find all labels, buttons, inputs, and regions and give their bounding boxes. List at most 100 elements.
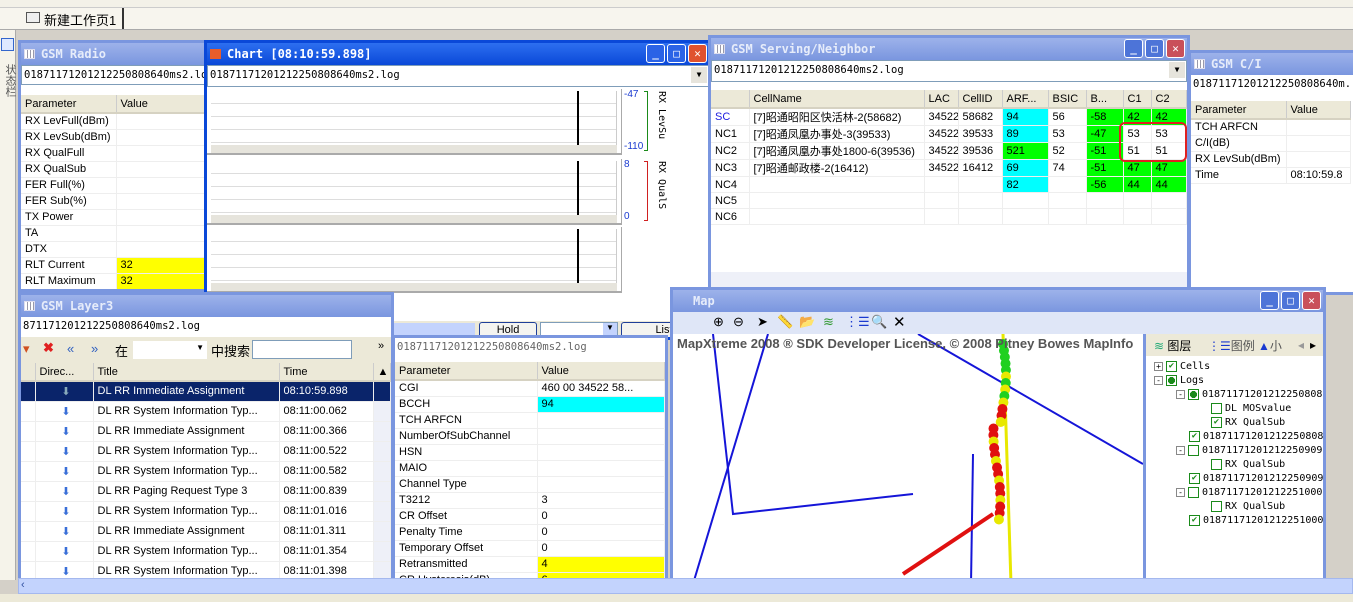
column-header[interactable]: C1 (1123, 90, 1152, 109)
column-header[interactable]: C2 (1151, 90, 1187, 109)
table-row[interactable]: RX LevSub(dBm) (1191, 151, 1351, 168)
title-bar[interactable]: Chart [08:10:59.898] _ □ ✕ (207, 43, 709, 65)
table-row[interactable]: CR Offset 0 (395, 508, 665, 525)
title-bar[interactable]: GSM Layer3 (21, 295, 391, 317)
table-row[interactable]: ⬇ DL RR System Information Typ... 08:11:01… (21, 501, 391, 522)
legend-icon[interactable]: ⋮☰ (845, 314, 870, 330)
column-header[interactable]: Title (93, 363, 280, 382)
table-row[interactable]: NumberOfSubChannel (395, 428, 665, 445)
scrollbar-track[interactable] (373, 461, 391, 482)
column-header[interactable]: LAC (924, 90, 959, 109)
scroll-up-icon[interactable]: ▲ (373, 363, 391, 382)
ruler-icon[interactable]: 📏 (777, 314, 793, 330)
close-button[interactable]: ✕ (688, 44, 707, 63)
tab-workspace-1[interactable]: 新建工作页1 (22, 8, 125, 29)
table-row[interactable]: RLT Current 32 (21, 257, 207, 274)
table-row[interactable]: SC [7]昭通昭阳区快活林-2(58682) 34522 58682 94 56 -58 4… (711, 108, 1187, 126)
column-header[interactable]: Parameter (21, 95, 117, 114)
column-header[interactable]: Time (279, 363, 374, 382)
overflow-chevron-icon[interactable]: » (378, 340, 384, 352)
scrollbar-track[interactable] (373, 481, 391, 502)
table-row[interactable]: MAIO (395, 460, 665, 477)
table-row[interactable]: TX Power (21, 209, 207, 226)
table-row[interactable]: NC2 [7]昭通凤凰办事处1800-6(39536) 34522 39536 521 5… (711, 142, 1187, 160)
column-header[interactable]: Parameter (1191, 101, 1287, 120)
tree-node[interactable]: RX QualSub (1154, 500, 1323, 514)
minimize-button[interactable]: _ (646, 44, 665, 63)
layer3-log-select[interactable]: 871171201212250808640ms2.log (21, 317, 391, 337)
layer-checkbox[interactable]: ✔ (1189, 472, 1200, 484)
table-row[interactable]: RX QualSub (21, 161, 207, 178)
layer-checkbox[interactable]: ✔ (1189, 430, 1200, 442)
tree-node[interactable]: - Logs (1154, 374, 1323, 388)
collapse-icon[interactable]: - (1176, 445, 1185, 455)
collapse-icon[interactable]: - (1176, 487, 1185, 497)
filter-icon[interactable]: ▾ (23, 341, 30, 357)
table-row[interactable]: ⬇ DL RR System Information Typ... 08:11:01… (21, 541, 391, 562)
scrollbar-track[interactable] (373, 541, 391, 562)
zoom-in-icon[interactable]: ⊕ (713, 314, 724, 330)
layer-checkbox[interactable] (1166, 374, 1177, 386)
chevron-down-icon[interactable]: ▼ (691, 67, 707, 83)
maximize-button[interactable]: □ (1281, 291, 1300, 310)
table-row[interactable]: ⬇ DL RR Paging Request Type 3 08:11:00.839 (21, 481, 391, 502)
tree-node[interactable]: ✔ RX QualSub (1154, 416, 1323, 430)
scrollbar-track[interactable] (373, 521, 391, 542)
collapse-icon[interactable]: - (1176, 389, 1185, 399)
expand-icon[interactable]: + (1154, 361, 1163, 371)
maximize-button[interactable]: □ (1145, 39, 1164, 58)
table-row[interactable]: ⬇ DL RR System Information Typ... 08:11:00… (21, 461, 391, 482)
minimize-button[interactable]: _ (1124, 39, 1143, 58)
layer-checkbox[interactable] (1211, 402, 1222, 414)
scrollbar-track[interactable] (373, 501, 391, 522)
close-button[interactable]: ✕ (1166, 39, 1185, 58)
table-row[interactable]: CGI 460 00 34522 58... (395, 380, 665, 397)
table-row[interactable]: NC6 (711, 208, 1187, 225)
previous-icon[interactable]: « (67, 341, 74, 356)
table-row[interactable]: RLT Maximum 32 (21, 273, 207, 289)
table-row[interactable]: TCH ARFCN (395, 412, 665, 429)
chart-log-select[interactable]: 01871171201212250808640ms2.log ▼ (207, 65, 709, 87)
log-file-select[interactable]: 01871171201212250808640ms2.log (21, 65, 207, 85)
table-row[interactable]: Channel Type (395, 476, 665, 493)
tab-legend[interactable]: ⋮☰图例 (1208, 337, 1255, 354)
table-row[interactable]: ⬇ DL RR Immediate Assignment 08:11:01.311 (21, 521, 391, 542)
title-bar[interactable]: Map _ □ ✕ (673, 290, 1323, 312)
table-row[interactable]: Temporary Offset 0 (395, 540, 665, 557)
scrollbar-track[interactable] (373, 421, 391, 442)
scrollbar-track[interactable] (373, 401, 391, 422)
table-row[interactable]: ⬇ DL RR Immediate Assignment 08:10:59.898 (21, 381, 391, 402)
layer-checkbox[interactable] (1188, 444, 1199, 456)
clear-icon[interactable]: ✕ (893, 313, 906, 331)
search-scope-select[interactable]: ▼ (133, 341, 207, 359)
left-toolbar-label[interactable]: 状态栏 (2, 64, 18, 97)
detail-log-select[interactable]: 01871171201212250808640ms2.log (395, 338, 665, 358)
table-row[interactable]: RX QualFull (21, 145, 207, 162)
tree-node[interactable]: - 01871171201212250909 (1154, 444, 1323, 458)
scrollbar-track[interactable] (373, 381, 391, 402)
title-bar[interactable]: GSM Radio (21, 43, 207, 65)
table-row[interactable]: BCCH 94 (395, 396, 665, 413)
zoom-out-icon[interactable]: ⊖ (733, 314, 744, 330)
chart-pane[interactable] (207, 227, 709, 293)
map-canvas[interactable] (673, 334, 1143, 582)
column-header[interactable]: Value (1286, 101, 1351, 120)
tab-small[interactable]: ▲小 (1258, 337, 1282, 354)
search-icon[interactable]: 🔍 (871, 314, 887, 330)
title-bar[interactable]: GSM C/I (1191, 53, 1353, 75)
table-row[interactable]: ⬇ DL RR System Information Typ... 08:11:00… (21, 441, 391, 462)
tab-scroll-right-icon[interactable]: ▸ (1310, 338, 1316, 352)
chart-pane[interactable]: 8 0 RX QualS (207, 159, 709, 225)
tree-node[interactable]: ✔ 01871171201212250909 (1154, 472, 1323, 486)
layer-checkbox[interactable] (1211, 458, 1222, 470)
table-row[interactable]: HSN (395, 444, 665, 461)
column-header[interactable]: CellName (749, 90, 925, 109)
main-hscrollbar[interactable]: ‹ (18, 578, 1353, 594)
table-row[interactable]: Penalty Time 0 (395, 524, 665, 541)
table-row[interactable]: Time 08:10:59.8 (1191, 167, 1351, 184)
table-row[interactable]: T3212 3 (395, 492, 665, 509)
chevron-down-icon[interactable]: ▼ (1169, 62, 1185, 78)
tree-node[interactable]: DL MOSvalue (1154, 402, 1323, 416)
layer-checkbox[interactable]: ✔ (1189, 514, 1200, 526)
layer-checkbox[interactable] (1188, 486, 1199, 498)
